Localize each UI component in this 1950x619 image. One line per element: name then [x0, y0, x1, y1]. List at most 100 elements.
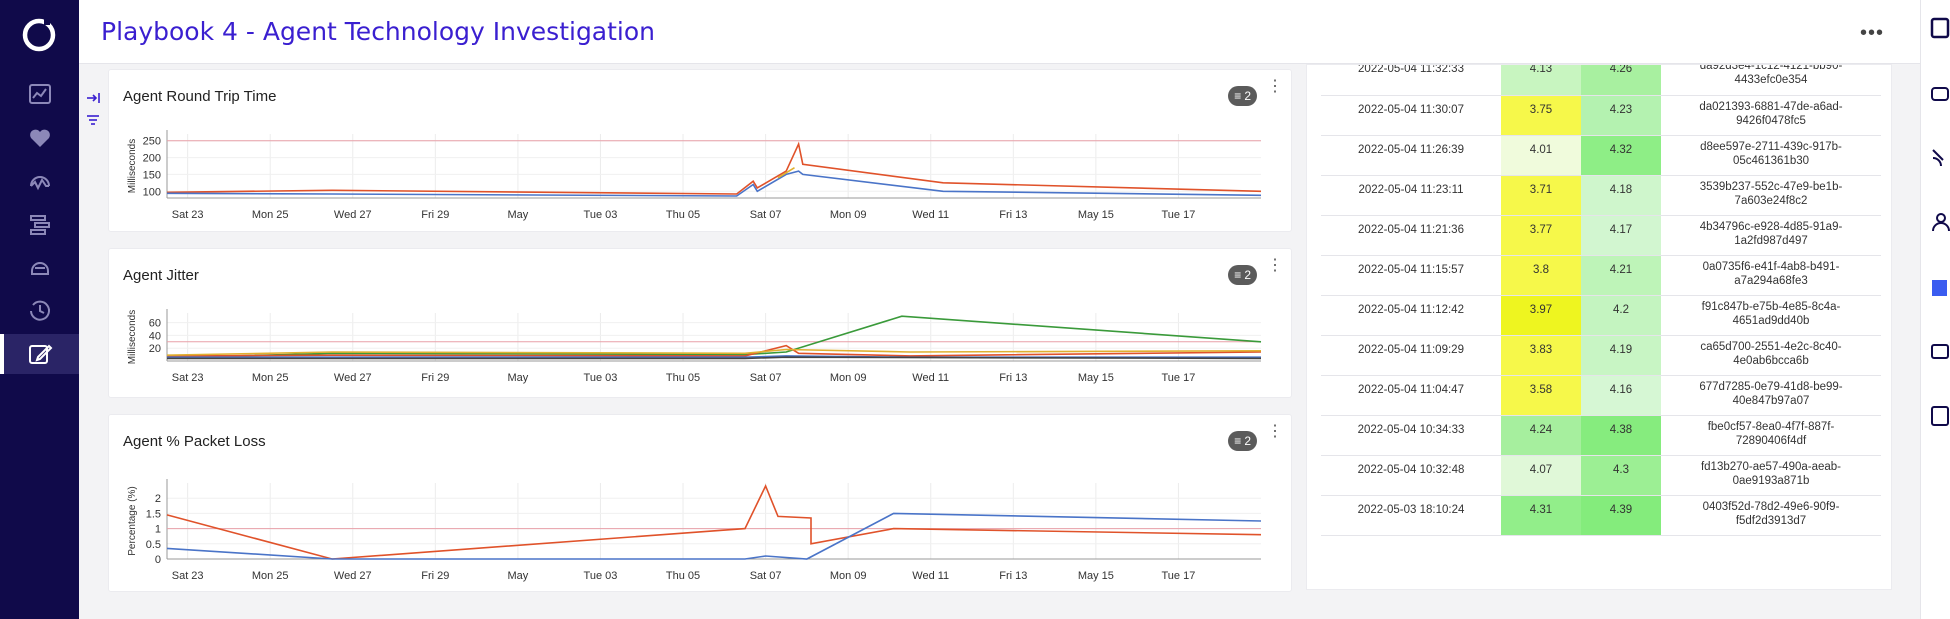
cell-id-line2: 40e847b97a07	[1732, 394, 1810, 407]
x-tick-label: Tue 17	[1162, 209, 1196, 221]
y-axis-label: Percentage (%)	[127, 486, 138, 555]
cell-id: 0403f52d-78d2-49e6-90f9- f5df2d3913d7	[1661, 495, 1881, 536]
cell-id-line1: 0a0735f6-e41f-4ab8-b491-	[1702, 260, 1840, 273]
dashboard-icon[interactable]	[0, 74, 79, 114]
y-tick-label: 150	[143, 169, 161, 181]
cell-score-1: 4.31	[1501, 495, 1581, 536]
table-row[interactable]: 2022-05-04 11:15:57 3.8 4.21 0a0735f6-e41f-…	[1321, 255, 1881, 296]
x-tick-label: Fri 13	[999, 209, 1027, 221]
cell-id-line1: fd13b270-ae57-490a-aeab-	[1700, 460, 1842, 473]
x-tick-label: Sat 23	[172, 372, 204, 384]
cell-id-line2: f5df2d3913d7	[1735, 514, 1807, 527]
x-tick-label: Mon 25	[252, 209, 289, 221]
table-row[interactable]: 2022-05-04 11:26:39 4.01 4.32 d8ee597e-2711…	[1321, 135, 1881, 176]
table-row[interactable]: 2022-05-04 11:09:29 3.83 4.19 ca65d700-2551…	[1321, 335, 1881, 376]
collapse-icon[interactable]	[85, 90, 101, 106]
cell-score-1: 3.83	[1501, 335, 1581, 376]
right-rail	[1920, 0, 1950, 619]
table-row[interactable]: 2022-05-04 11:21:36 3.77 4.17 4b34796c-e928…	[1321, 215, 1881, 256]
table-row[interactable]: 2022-05-04 11:23:11 3.71 4.18 3539b237-552c…	[1321, 175, 1881, 216]
cell-score-2: 4.17	[1581, 215, 1661, 256]
x-tick-label: Wed 11	[912, 570, 949, 582]
x-tick-label: Mon 09	[830, 372, 867, 384]
results-table[interactable]: 2022-05-04 11:32:33 4.13 4.26 da92d3e4-1c12…	[1306, 64, 1892, 590]
stack-icon[interactable]	[0, 205, 79, 245]
cell-id-line2: 4e0ab6bcca6b	[1733, 354, 1809, 367]
x-tick-label: Thu 05	[666, 372, 700, 384]
table-row[interactable]: 2022-05-03 18:10:24 4.31 4.39 0403f52d-78d2…	[1321, 495, 1881, 536]
table-row[interactable]: 2022-05-04 10:32:48 4.07 4.3 fd13b270-ae57-…	[1321, 455, 1881, 496]
x-tick-label: Sat 07	[750, 372, 782, 384]
x-tick-label: Wed 11	[912, 209, 949, 221]
screen-icon[interactable]	[1929, 340, 1950, 364]
table-row[interactable]: 2022-05-04 11:30:07 3.75 4.23 da021393-6881…	[1321, 95, 1881, 136]
more-menu-icon[interactable]: •••	[1860, 22, 1884, 45]
filter-icon[interactable]	[85, 112, 101, 128]
report-icon[interactable]	[1929, 404, 1950, 428]
y-tick-label: 1	[155, 524, 161, 536]
table-row[interactable]: 2022-05-04 11:12:42 3.97 4.2 f91c847b-e75b-…	[1321, 295, 1881, 336]
y-tick-label: 0	[155, 554, 161, 566]
y-tick-label: 250	[143, 136, 161, 148]
x-tick-label: May 15	[1078, 209, 1114, 221]
x-tick-label: Tue 17	[1162, 372, 1196, 384]
y-tick-label: 200	[143, 153, 161, 165]
heart-icon[interactable]	[0, 118, 79, 158]
cell-id-line1: 4b34796c-e928-4d85-91a9-	[1699, 220, 1843, 233]
x-tick-label: Sat 23	[172, 209, 204, 221]
x-tick-label: Sat 07	[750, 570, 782, 582]
cell-id: 677d7285-0e79-41d8-be99- 40e847b97a07	[1661, 375, 1881, 416]
x-tick-label: Fri 29	[421, 570, 449, 582]
panel-icon[interactable]	[1929, 16, 1950, 40]
cell-id: 4b34796c-e928-4d85-91a9- 1a2fd987d497	[1661, 215, 1881, 256]
x-tick-label: Thu 05	[666, 570, 700, 582]
cell-score-1: 4.13	[1501, 65, 1581, 96]
satellite-icon[interactable]	[1929, 146, 1950, 170]
y-tick-label: 1.5	[146, 508, 161, 520]
cell-score-1: 4.07	[1501, 455, 1581, 496]
cell-score-2: 4.38	[1581, 415, 1661, 456]
panel-jitter: Agent Jitter ≡ 2 ⋮ Sat 23 Mon 25 Wed 27 Fri …	[108, 248, 1292, 398]
headset-icon[interactable]	[0, 162, 79, 202]
logo-icon[interactable]	[20, 16, 58, 54]
edit-icon[interactable]	[0, 334, 79, 374]
series-line-0	[166, 141, 1262, 195]
cell-id-line1: ca65d700-2551-4e2c-8c40-	[1700, 340, 1842, 353]
y-axis-label: Milliseconds	[127, 139, 138, 193]
book-icon[interactable]	[1929, 276, 1950, 300]
side-tools	[79, 64, 107, 619]
y-tick-label: 100	[143, 186, 161, 198]
user-icon[interactable]	[1929, 210, 1950, 234]
cell-id: fbe0cf57-8ea0-4f7f-887f- 72890406f4df	[1661, 415, 1881, 456]
x-tick-label: Tue 17	[1162, 570, 1196, 582]
cell-timestamp: 2022-05-04 11:21:36	[1321, 215, 1501, 256]
cell-id-line1: d8ee597e-2711-439c-917b-	[1700, 140, 1842, 153]
x-tick-label: Mon 25	[252, 372, 289, 384]
cell-id-line1: fbe0cf57-8ea0-4f7f-887f-	[1707, 420, 1835, 433]
cell-timestamp: 2022-05-04 11:32:33	[1321, 65, 1501, 96]
x-tick-label: Tue 03	[584, 570, 618, 582]
cell-score-1: 3.71	[1501, 175, 1581, 216]
table-row[interactable]: 2022-05-04 10:34:33 4.24 4.38 fbe0cf57-8ea0…	[1321, 415, 1881, 456]
chart-jitter: Sat 23 Mon 25 Wed 27 Fri 29 May Tue 03 Thu 05 S…	[127, 309, 1262, 384]
x-tick-label: Sat 07	[750, 209, 782, 221]
cell-score-2: 4.18	[1581, 175, 1661, 216]
cell-timestamp: 2022-05-04 11:12:42	[1321, 295, 1501, 336]
cell-id-line1: f91c847b-e75b-4e85-8c4a-	[1701, 300, 1841, 313]
table-row[interactable]: 2022-05-04 11:04:47 3.58 4.16 677d7285-0e79…	[1321, 375, 1881, 416]
table-row[interactable]: 2022-05-04 11:32:33 4.13 4.26 da92d3e4-1c12…	[1321, 64, 1881, 96]
x-tick-label: May	[508, 372, 529, 384]
helmet-icon[interactable]	[0, 248, 79, 288]
cell-id-line1: 3539b237-552c-47e9-be1b-	[1699, 180, 1843, 193]
y-tick-label: 2	[155, 493, 161, 505]
cell-score-1: 3.8	[1501, 255, 1581, 296]
y-axis-label: Milliseconds	[127, 310, 138, 364]
cell-timestamp: 2022-05-04 11:09:29	[1321, 335, 1501, 376]
cell-id-line2: 4433efc0e354	[1734, 74, 1808, 86]
cell-timestamp: 2022-05-04 11:30:07	[1321, 95, 1501, 136]
x-tick-label: Mon 09	[830, 570, 867, 582]
cell-score-2: 4.19	[1581, 335, 1661, 376]
history-icon[interactable]	[0, 290, 79, 330]
cell-id-line1: da92d3e4-1c12-4121-bb90-	[1699, 64, 1843, 72]
disk-icon[interactable]	[1929, 82, 1950, 106]
